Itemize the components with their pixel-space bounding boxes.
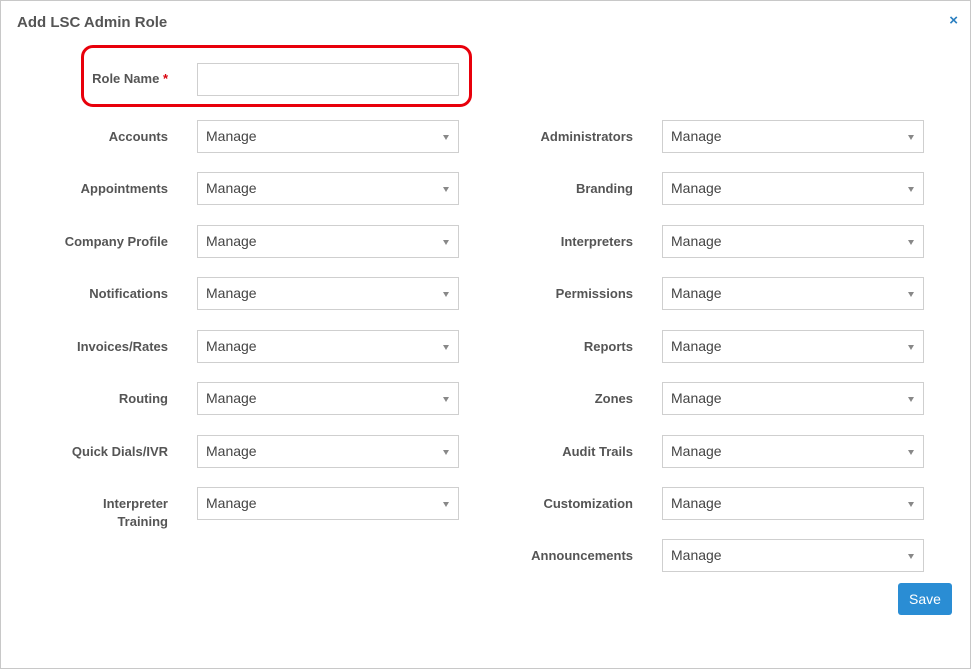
chevron-down-icon (908, 554, 914, 559)
permissions-label: Permissions (555, 286, 633, 301)
interpreters-select[interactable]: Manage (662, 225, 924, 258)
interpreters-label: Interpreters (560, 234, 633, 249)
interpreter-training-label-line2: Training (117, 514, 168, 529)
chevron-down-icon (908, 345, 914, 350)
role-name-label: Role Name * (1, 70, 168, 88)
announcements-select[interactable]: Manage (662, 539, 924, 572)
reports-label: Reports (583, 339, 633, 354)
close-icon[interactable]: × (949, 13, 958, 29)
branding-value: Manage (671, 180, 722, 196)
required-marker: * (162, 71, 168, 86)
reports-value: Manage (671, 338, 722, 354)
branding-label: Branding (575, 181, 633, 196)
audit-trails-label: Audit Trails (562, 444, 633, 459)
chevron-down-icon (908, 292, 914, 297)
customization-value: Manage (671, 495, 722, 511)
branding-select[interactable]: Manage (662, 172, 924, 205)
save-button[interactable]: Save (898, 583, 952, 615)
permissions-select[interactable]: Manage (662, 277, 924, 310)
zones-label: Zones (594, 391, 633, 406)
chevron-down-icon (908, 397, 914, 402)
chevron-down-icon (908, 450, 914, 455)
audit-trails-select[interactable]: Manage (662, 435, 924, 468)
announcements-label: Announcements (531, 548, 633, 563)
administrators-value: Manage (671, 128, 722, 144)
interpreters-value: Manage (671, 233, 722, 249)
audit-trails-value: Manage (671, 443, 722, 459)
zones-select[interactable]: Manage (662, 382, 924, 415)
chevron-down-icon (908, 135, 914, 140)
administrators-select[interactable]: Manage (662, 120, 924, 153)
role-name-label-text: Role Name (92, 71, 160, 86)
chevron-down-icon (908, 187, 914, 192)
reports-select[interactable]: Manage (662, 330, 924, 363)
customization-select[interactable]: Manage (662, 487, 924, 520)
zones-value: Manage (671, 390, 722, 406)
customization-label: Customization (543, 496, 633, 511)
permissions-value: Manage (671, 285, 722, 301)
chevron-down-icon (908, 502, 914, 507)
chevron-down-icon (908, 240, 914, 245)
dialog-title: Add LSC Admin Role (17, 14, 168, 31)
role-name-input[interactable] (197, 63, 459, 96)
administrators-label: Administrators (540, 129, 633, 144)
announcements-value: Manage (671, 547, 722, 563)
add-role-dialog: Add LSC Admin Role × Role Name * Account… (0, 0, 971, 669)
